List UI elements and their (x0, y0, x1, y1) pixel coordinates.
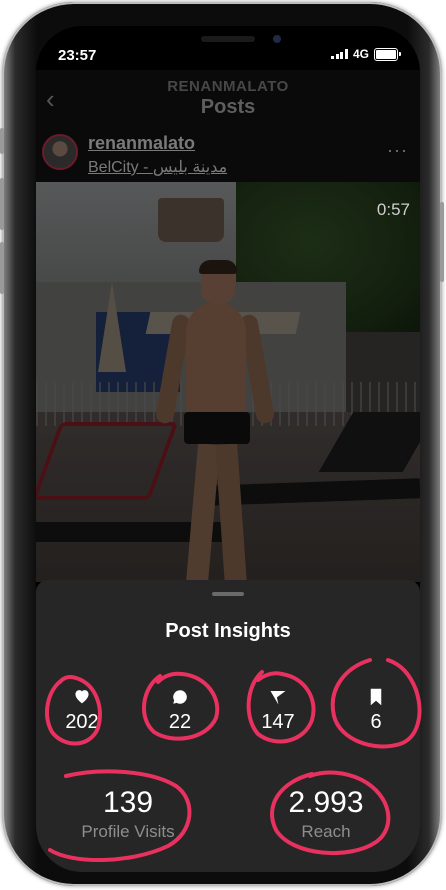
heart-icon (75, 690, 89, 704)
volume-up-button (0, 178, 4, 230)
profile-visits-stat: 139 Profile Visits (38, 786, 218, 842)
post-header: renanmalato BelCity - مدينة بليس ··· (36, 130, 420, 180)
send-icon (270, 691, 286, 705)
post-location-link[interactable]: BelCity - مدينة بليس (88, 157, 227, 177)
saves-count: 6 (370, 711, 382, 733)
likes-stat: 202 (42, 688, 122, 734)
volume-down-button (0, 242, 4, 294)
status-time: 23:57 (58, 47, 97, 64)
battery-icon (374, 47, 401, 61)
avatar[interactable] (42, 134, 78, 170)
sheet-drag-handle[interactable] (212, 592, 244, 596)
page-title: Posts (200, 96, 256, 118)
likes-count: 202 (65, 711, 99, 733)
more-options-icon[interactable]: ··· (387, 140, 408, 161)
reach-label: Reach (301, 822, 351, 841)
shares-stat: 147 (238, 688, 318, 734)
video-duration: 0:57 (376, 200, 410, 219)
status-indicators: 4G (331, 47, 401, 61)
top-navigation-bar: ‹ RENANMALATO Posts (36, 78, 420, 122)
post-video[interactable]: 0:57 (36, 182, 420, 582)
photo-dim-overlay (36, 182, 420, 582)
network-type: 4G (352, 47, 369, 61)
power-button (440, 202, 444, 282)
insights-sheet: Post Insights 202 22 147 6 139 Profile V… (36, 580, 420, 872)
mute-switch (0, 128, 4, 154)
reach-value: 2.993 (288, 786, 364, 819)
profile-visits-label: Profile Visits (81, 822, 175, 841)
header-username: RENANMALATO (167, 78, 289, 95)
profile-visits-value: 139 (102, 786, 154, 819)
comment-icon (173, 690, 187, 704)
reach-stat: 2.993 Reach (236, 786, 416, 842)
bookmark-icon (370, 688, 382, 706)
phone-frame: 23:57 4G ‹ RENANMALATO Posts renanmalato… (0, 2, 444, 886)
saves-stat: 6 (336, 688, 416, 734)
back-arrow-icon[interactable]: ‹ (46, 86, 55, 112)
comments-count: 22 (168, 711, 192, 733)
post-author-link[interactable]: renanmalato (88, 133, 195, 154)
shares-count: 147 (261, 711, 295, 733)
insights-title: Post Insights (165, 620, 291, 642)
comments-stat: 22 (140, 688, 220, 734)
phone-screen: 23:57 4G ‹ RENANMALATO Posts renanmalato… (36, 26, 420, 872)
signal-icon (331, 49, 348, 59)
status-bar: 23:57 4G (36, 26, 420, 70)
